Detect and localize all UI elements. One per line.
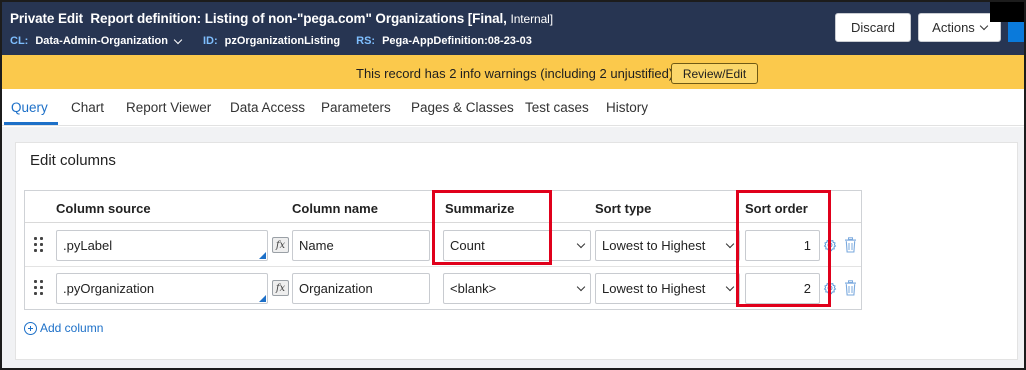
record-title: Report definition: Listing of non-"pega.…: [90, 11, 507, 26]
tab-data-access[interactable]: Data Access: [230, 100, 305, 115]
drag-handle-icon[interactable]: [34, 280, 44, 296]
record-meta: CL: Data-Admin-Organization ID: pzOrgani…: [10, 35, 532, 47]
summarize-highlight-box: [432, 190, 552, 265]
autocomplete-marker-icon: [259, 252, 266, 259]
record-header: Private Edit Report definition: Listing …: [2, 2, 1024, 55]
review-edit-button[interactable]: Review/Edit: [671, 63, 758, 84]
sort-type-value: Lowest to Highest: [602, 238, 706, 253]
tab-report-viewer[interactable]: Report Viewer: [126, 100, 211, 115]
tab-bar: Query Chart Report Viewer Data Access Pa…: [2, 89, 1024, 126]
column-name-input[interactable]: Name: [292, 230, 430, 261]
ruleset-value: Pega-AppDefinition:08-23-03: [382, 35, 532, 47]
header-column-name: Column name: [292, 201, 378, 216]
trash-icon[interactable]: [844, 280, 857, 296]
tab-history[interactable]: History: [606, 100, 648, 115]
sort-type-value: Lowest to Highest: [602, 281, 706, 296]
summarize-value: <blank>: [450, 281, 497, 296]
column-name-value: Name: [299, 238, 334, 253]
class-key: CL:: [10, 35, 29, 47]
warning-banner: This record has 2 info warnings (includi…: [2, 55, 1024, 89]
column-source-input[interactable]: .pyOrganization: [56, 273, 268, 304]
chevron-down-icon: [576, 282, 586, 291]
warning-text: This record has 2 info warnings (includi…: [356, 66, 674, 81]
actions-button-label: Actions: [932, 20, 975, 35]
discard-button[interactable]: Discard: [835, 13, 911, 42]
id-key: ID:: [202, 35, 218, 47]
expression-builder-icon[interactable]: fx: [272, 237, 289, 253]
section-title: Edit columns: [30, 152, 116, 169]
tab-query[interactable]: Query: [11, 100, 48, 115]
page-title: Private Edit Report definition: Listing …: [10, 11, 553, 26]
column-name-value: Organization: [299, 281, 373, 296]
header-column-source: Column source: [56, 201, 151, 216]
class-value[interactable]: Data-Admin-Organization: [35, 35, 168, 47]
autocomplete-marker-icon: [259, 295, 266, 302]
add-column-label: Add column: [40, 321, 104, 335]
header-sort-type: Sort type: [595, 201, 652, 216]
add-column-link[interactable]: Add column: [24, 321, 103, 335]
sort-type-select[interactable]: Lowest to Highest: [595, 273, 740, 304]
chevron-down-icon: [725, 239, 735, 248]
summarize-select[interactable]: <blank>: [443, 273, 591, 304]
actions-button[interactable]: Actions: [918, 13, 1001, 42]
tab-pages-classes[interactable]: Pages & Classes: [411, 100, 514, 115]
column-source-value: .pyOrganization: [63, 281, 155, 296]
overlay-block: [990, 2, 1024, 22]
save-button-edge[interactable]: [1008, 22, 1024, 42]
record-status: Internal]: [510, 12, 553, 26]
chevron-down-icon: [576, 239, 586, 248]
chevron-down-icon: [725, 282, 735, 291]
chevron-down-icon[interactable]: [173, 35, 183, 44]
discard-button-label: Discard: [850, 20, 896, 35]
drag-handle-icon[interactable]: [34, 237, 44, 253]
chevron-down-icon: [979, 21, 989, 30]
sort-order-highlight-box: [736, 190, 831, 307]
expression-builder-icon[interactable]: fx: [272, 280, 289, 296]
add-circle-icon: [24, 321, 37, 335]
column-source-input[interactable]: .pyLabel: [56, 230, 268, 261]
column-name-input[interactable]: Organization: [292, 273, 430, 304]
ruleset-key: RS:: [356, 35, 376, 47]
tab-chart[interactable]: Chart: [71, 100, 104, 115]
column-source-value: .pyLabel: [63, 238, 113, 253]
id-value: pzOrganizationListing: [224, 35, 341, 47]
edit-mode-label: Private Edit: [10, 11, 84, 26]
review-edit-label: Review/Edit: [682, 66, 747, 81]
sort-type-select[interactable]: Lowest to Highest: [595, 230, 740, 261]
tab-parameters[interactable]: Parameters: [321, 100, 391, 115]
trash-icon[interactable]: [844, 237, 857, 253]
tab-test-cases[interactable]: Test cases: [525, 100, 589, 115]
report-definition-window: Private Edit Report definition: Listing …: [0, 0, 1026, 370]
active-tab-indicator: [4, 122, 58, 125]
